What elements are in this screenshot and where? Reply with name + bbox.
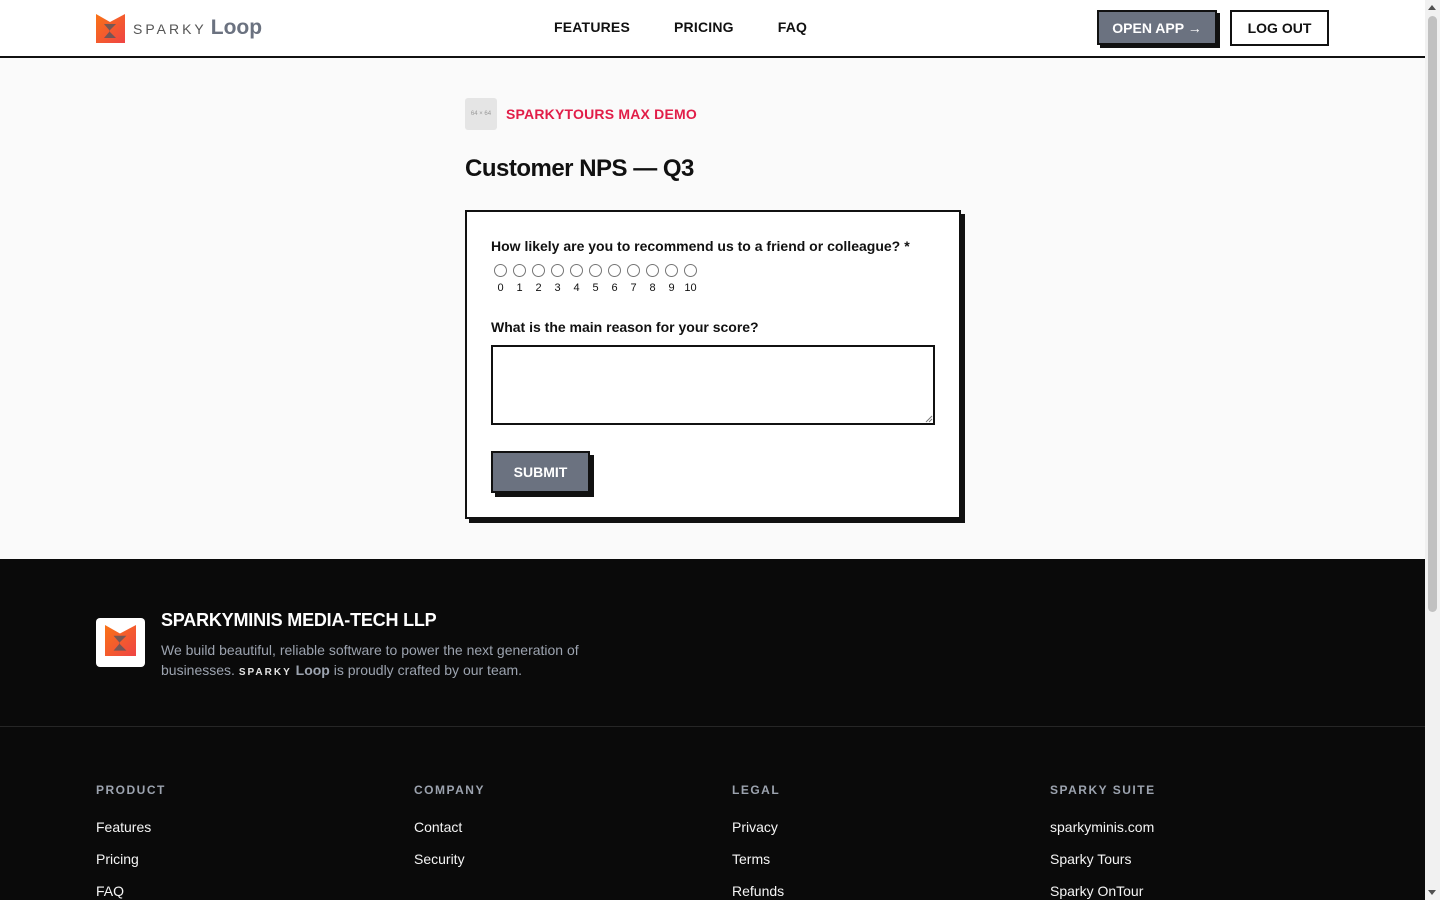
nps-option-label: 4 <box>573 282 580 294</box>
scroll-down-icon[interactable] <box>1428 890 1436 895</box>
footer-logo-icon <box>105 624 136 661</box>
top-header: SPARKY Loop FEATURES PRICING FAQ OPEN AP… <box>0 0 1425 58</box>
nps-option[interactable]: 3 <box>548 264 567 294</box>
footer-link-faq[interactable]: FAQ <box>96 883 166 900</box>
footer-logo <box>96 618 145 667</box>
nps-radio[interactable] <box>532 264 545 277</box>
submit-button[interactable]: SUBMIT <box>491 451 590 493</box>
footer-desc-after: is proudly crafted by our team. <box>333 662 523 678</box>
nps-radio[interactable] <box>665 264 678 277</box>
nav-features[interactable]: FEATURES <box>554 19 630 35</box>
footer-link-contact[interactable]: Contact <box>414 819 485 851</box>
question-nps-text: How likely are you to recommend us to a … <box>491 238 901 254</box>
nps-option-label: 2 <box>535 282 542 294</box>
org-name: SPARKYTOURS MAX DEMO <box>506 106 697 122</box>
footer-divider <box>0 726 1425 727</box>
footer-link-sparkyminis[interactable]: sparkyminis.com <box>1050 819 1156 851</box>
nps-option[interactable]: 1 <box>510 264 529 294</box>
nps-option-label: 9 <box>668 282 675 294</box>
nps-option-label: 0 <box>497 282 504 294</box>
nps-option-label: 8 <box>649 282 656 294</box>
footer-link-sparky-tours[interactable]: Sparky Tours <box>1050 851 1156 883</box>
nps-option[interactable]: 2 <box>529 264 548 294</box>
question-reason-label: What is the main reason for your score? <box>491 319 759 335</box>
nps-option-label: 5 <box>592 282 599 294</box>
nps-radio[interactable] <box>494 264 507 277</box>
footer-col-product: PRODUCT Features Pricing FAQ <box>96 783 166 900</box>
nps-option[interactable]: 9 <box>662 264 681 294</box>
scrollbar-thumb[interactable] <box>1428 16 1437 612</box>
nps-radio[interactable] <box>608 264 621 277</box>
logo[interactable]: SPARKY Loop <box>96 13 262 43</box>
scroll-up-icon[interactable] <box>1428 5 1436 10</box>
footer-description: We build beautiful, reliable software to… <box>161 640 611 683</box>
footer-link-pricing[interactable]: Pricing <box>96 851 166 883</box>
footer: SPARKYMINIS MEDIA-TECH LLP We build beau… <box>0 559 1425 900</box>
footer-col-legal: LEGAL Privacy Terms Refunds <box>732 783 784 900</box>
nav-faq[interactable]: FAQ <box>778 19 807 35</box>
nps-option[interactable]: 0 <box>491 264 510 294</box>
main-nav: FEATURES PRICING FAQ <box>554 19 851 35</box>
logo-loop-text: Loop <box>210 16 263 39</box>
logout-button[interactable]: LOG OUT <box>1230 10 1329 46</box>
org-avatar: 64 × 64 <box>465 98 497 130</box>
page: SPARKY Loop FEATURES PRICING FAQ OPEN AP… <box>0 0 1425 900</box>
footer-col-company: COMPANY Contact Security <box>414 783 485 883</box>
footer-col-heading: COMPANY <box>414 783 485 797</box>
nps-option[interactable]: 10 <box>681 264 700 294</box>
nps-option[interactable]: 6 <box>605 264 624 294</box>
page-title: Customer NPS — Q3 <box>465 155 694 182</box>
nps-radio[interactable] <box>589 264 602 277</box>
sparky-logo-icon <box>96 13 125 43</box>
question-nps-label: How likely are you to recommend us to a … <box>491 238 910 254</box>
nps-option[interactable]: 4 <box>567 264 586 294</box>
nav-pricing[interactable]: PRICING <box>674 19 734 35</box>
footer-col-heading: LEGAL <box>732 783 781 797</box>
footer-link-sparky-ontour[interactable]: Sparky OnTour <box>1050 883 1156 900</box>
nps-radio[interactable] <box>570 264 583 277</box>
logo-sparky-text: SPARKY <box>133 21 207 37</box>
footer-link-refunds[interactable]: Refunds <box>732 883 784 900</box>
footer-company-name: SPARKYMINIS MEDIA-TECH LLP <box>161 610 437 630</box>
nps-radio[interactable] <box>627 264 640 277</box>
footer-link-security[interactable]: Security <box>414 851 485 883</box>
nps-option-label: 3 <box>554 282 561 294</box>
nps-option-label: 6 <box>611 282 618 294</box>
footer-link-features[interactable]: Features <box>96 819 166 851</box>
footer-col-suite: SPARKY SUITE sparkyminis.com Sparky Tour… <box>1050 783 1156 900</box>
footer-link-terms[interactable]: Terms <box>732 851 784 883</box>
nps-radio[interactable] <box>646 264 659 277</box>
nps-scale: 0 1 2 3 4 5 6 7 8 9 10 <box>491 264 700 294</box>
nps-option-label: 1 <box>516 282 523 294</box>
nps-option-label: 7 <box>630 282 637 294</box>
nps-option[interactable]: 5 <box>586 264 605 294</box>
nps-option-label: 10 <box>684 282 697 294</box>
nps-radio[interactable] <box>551 264 564 277</box>
org-header: 64 × 64 SPARKYTOURS MAX DEMO <box>465 98 697 130</box>
footer-desc-sparky: SPARKY <box>238 667 292 678</box>
resize-grip-icon[interactable] <box>925 415 933 423</box>
footer-desc-loop: Loop <box>295 662 330 678</box>
open-app-button[interactable]: OPEN APP → <box>1097 10 1217 45</box>
nps-option[interactable]: 7 <box>624 264 643 294</box>
footer-col-heading: PRODUCT <box>96 783 166 797</box>
footer-col-heading: SPARKY SUITE <box>1050 783 1156 797</box>
required-marker: * <box>904 238 910 254</box>
reason-textarea[interactable] <box>491 345 935 425</box>
footer-link-privacy[interactable]: Privacy <box>732 819 784 851</box>
nps-option[interactable]: 8 <box>643 264 662 294</box>
nps-radio[interactable] <box>513 264 526 277</box>
survey-card: How likely are you to recommend us to a … <box>465 210 961 519</box>
nps-radio[interactable] <box>684 264 697 277</box>
page-scrollbar[interactable] <box>1425 0 1440 900</box>
